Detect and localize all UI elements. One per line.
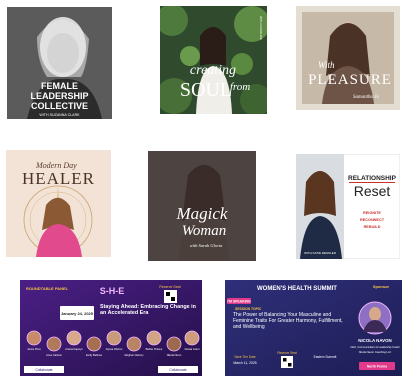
tile-female-leadership-collective[interactable]: FEMALE LEADERSHIP COLLECTIVE WITH SUZANN…: [7, 7, 112, 119]
tile-2-title-3: from: [230, 81, 250, 93]
tile-8-speaker-company: Nicola Navon Coaching LLC: [359, 350, 392, 354]
tile-8-tag: I'M SPEAKING: [227, 300, 251, 304]
tile-she-roundtable-panel[interactable]: ROUNDTABLE PANEL S-H-E Reserve Seat Janu…: [20, 280, 202, 376]
tile-7-speaker-3: Ariana Kapwyn: [65, 347, 83, 351]
tile-7-date: January 24, 2025: [61, 311, 94, 316]
tile-8-session-label: SESSION TOPIC: [235, 307, 262, 311]
tile-7-reserve: Reserve Seat: [159, 285, 180, 289]
tile-4-artwork: Modern Day HEALER: [6, 150, 111, 257]
tile-1-title-2: LEADERSHIP: [30, 91, 88, 101]
tile-5-title-1: Magick: [176, 204, 228, 223]
tile-2-title-1: creating: [190, 63, 236, 78]
tile-1-artwork: FEMALE LEADERSHIP COLLECTIVE WITH SUZANN…: [7, 7, 112, 119]
tile-2-title-2: SOUL: [180, 79, 232, 101]
tile-6-step-2: RECONNECT: [360, 218, 385, 222]
tile-6-step-3: REBUILD: [364, 225, 381, 229]
tile-8-sponsor-label: Sponsor: [373, 284, 390, 289]
tile-8-artwork: I'M SPEAKING WOMEN'S HEALTH SUMMIT Spons…: [225, 280, 402, 376]
tile-7-speaker-1: Jamie Price: [27, 347, 41, 351]
tile-modern-day-healer[interactable]: Modern Day HEALER: [6, 150, 111, 257]
tile-7-speaker-2: Anne Carlson: [46, 353, 62, 357]
tile-7-speaker-9: Danaa Grant: [185, 347, 200, 351]
tile-8-speaker-role: CEO, Communication & Leadership Coach: [350, 345, 400, 349]
tile-8-time-label: Eastern Summit: [314, 355, 337, 359]
tile-5-artwork: Magick Woman with Sarah Gloria: [148, 151, 256, 261]
tile-6-host: WITH KATIE RESSLER: [304, 251, 337, 255]
tile-1-title-3: COLLECTIVE: [31, 101, 88, 111]
tile-7-speaker-6: Meghan Gisbury: [124, 353, 144, 357]
tile-8-save-date: Save The Date: [234, 355, 255, 359]
tile-8-session: The Power of Balancing Your Masculine an…: [233, 312, 343, 330]
tile-7-artwork: ROUNDTABLE PANEL S-H-E Reserve Seat Janu…: [20, 280, 202, 376]
tile-7-speaker-4: Emily Bellows: [86, 353, 103, 357]
tile-7-tag: ROUNDTABLE PANEL: [26, 286, 69, 291]
tile-5-signature: with Sarah Gloria: [190, 243, 224, 248]
tile-5-title-2: Woman: [182, 223, 226, 239]
tile-7-speaker-7: Barbie Finlone: [146, 347, 163, 351]
tile-7-qr-code: [164, 290, 177, 303]
tile-8-org: North Penno: [367, 365, 387, 369]
tile-7-footer-right: Collaborate: [169, 368, 186, 372]
tile-7-logo: S-H-E: [100, 286, 125, 296]
tile-6-title-1: RELATIONSHIP: [348, 175, 397, 182]
tile-4-title-main: HEALER: [22, 169, 95, 188]
tile-womens-health-summit[interactable]: I'M SPEAKING WOMEN'S HEALTH SUMMIT Spons…: [225, 280, 402, 376]
tile-magick-woman[interactable]: Magick Woman with Sarah Gloria: [148, 151, 256, 261]
tile-8-date: March 11, 2025: [233, 361, 256, 365]
tile-3-signature: Samantha Jo: [353, 95, 379, 100]
tile-1-subtitle: WITH SUZANNA CLARK: [39, 113, 80, 117]
tile-3-artwork: With PLEASURE Samantha Jo: [296, 6, 400, 110]
podcast-gallery: FEMALE LEADERSHIP COLLECTIVE WITH SUZANN…: [0, 0, 402, 379]
tile-1-title-1: FEMALE: [41, 81, 78, 91]
tile-6-step-1: REIGNITE: [363, 211, 381, 215]
tile-8-title: WOMEN'S HEALTH SUMMIT: [257, 286, 337, 292]
tile-with-pleasure[interactable]: With PLEASURE Samantha Jo: [296, 6, 400, 110]
tile-6-title-2: Reset: [354, 183, 391, 199]
tile-7-speaker-5: Alyssa Warren: [106, 347, 123, 351]
tile-8-speaker-name: NICOLA NAVON: [358, 338, 391, 343]
tile-6-artwork: RELATIONSHIP Reset REIGNITE RECONNECT RE…: [296, 154, 400, 259]
tile-7-speaker-8: Nikola Nixon: [167, 353, 182, 357]
tile-2-side-text: WITH CAROLINE: [259, 16, 263, 40]
tile-3-title-main: PLEASURE: [308, 72, 392, 88]
tile-relationship-reset[interactable]: RELATIONSHIP Reset REIGNITE RECONNECT RE…: [296, 154, 400, 259]
tile-creating-from-soul[interactable]: creating SOUL from WITH CAROLINE: [160, 6, 267, 114]
tile-7-footer-left: Collaborate: [35, 368, 52, 372]
tile-2-artwork: creating SOUL from WITH CAROLINE: [160, 6, 267, 114]
tile-7-headline: Staying Ahead: Embracing Change in an Ac…: [100, 304, 196, 317]
tile-8-reserve: Reserve Seat: [277, 351, 296, 355]
tile-3-title-script: With: [318, 60, 335, 70]
